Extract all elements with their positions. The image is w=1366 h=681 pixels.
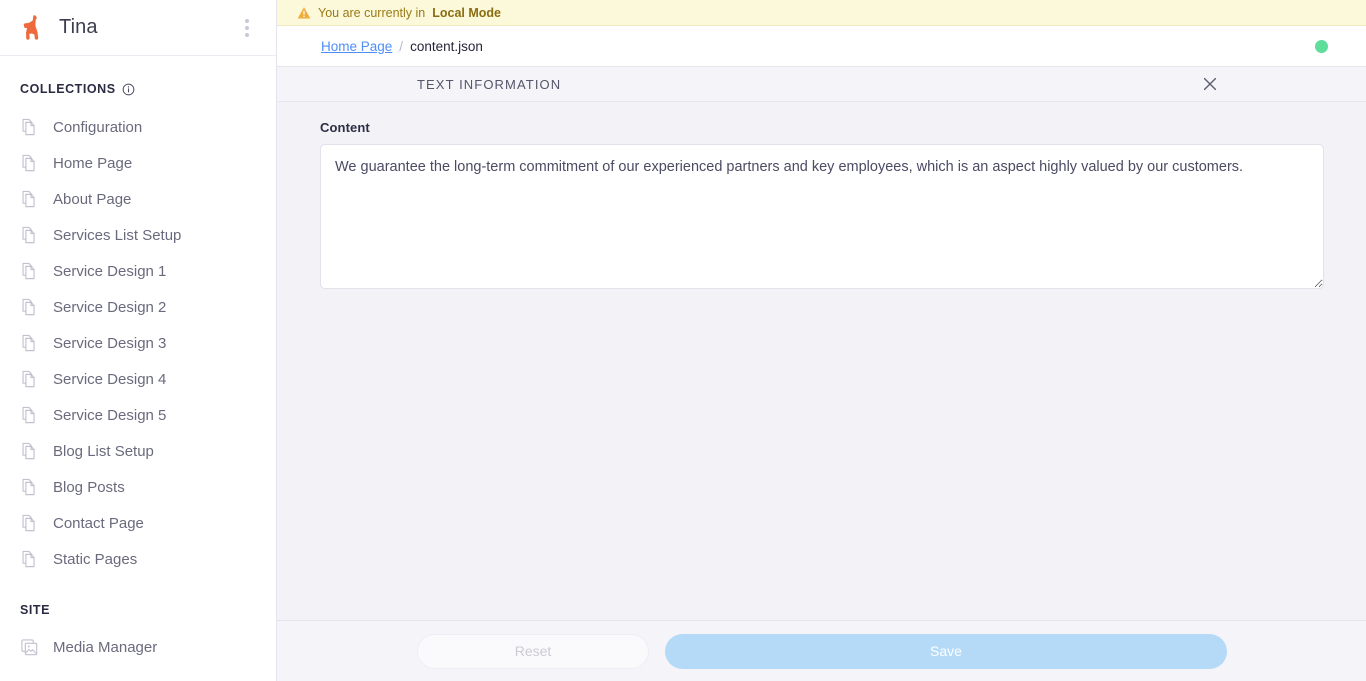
sidebar-header: Tina — [0, 0, 276, 56]
documents-icon — [22, 190, 35, 207]
documents-icon — [22, 334, 35, 351]
documents-icon — [22, 370, 35, 387]
status-badge — [1315, 39, 1328, 53]
documents-icon — [22, 118, 35, 135]
local-mode-text: You are currently in — [318, 5, 426, 20]
sidebar-item-label: Static Pages — [53, 550, 138, 568]
sidebar-item-label: Services List Setup — [53, 226, 182, 244]
sidebar-item-services-list-setup[interactable]: Services List Setup — [0, 217, 276, 253]
sidebar-item-label: Configuration — [53, 118, 143, 136]
sidebar-item-blog-list-setup[interactable]: Blog List Setup — [0, 433, 276, 469]
sidebar-item-label: Contact Page — [53, 514, 144, 532]
content-textarea[interactable] — [320, 144, 1324, 289]
brand-name: Tina — [59, 16, 98, 38]
save-button[interactable]: Save — [665, 633, 1227, 669]
breadcrumb-parent-link[interactable]: Home Page — [321, 39, 392, 54]
tina-cms-app: Tina COLLECTIONS Configuration Home Page… — [0, 0, 1366, 681]
breadcrumb-separator: / — [399, 38, 404, 54]
sidebar-section-title-collections: COLLECTIONS — [0, 82, 276, 96]
sidebar-item-about-page[interactable]: About Page — [0, 181, 276, 217]
documents-icon — [22, 514, 35, 531]
llama-icon — [23, 14, 39, 40]
sidebar-item-label: Service Design 2 — [53, 298, 167, 316]
content-field-label: Content — [320, 120, 370, 135]
documents-icon — [22, 478, 35, 495]
breadcrumb-bar: Home Page / content.json — [277, 26, 1366, 67]
sidebar-item-static-pages[interactable]: Static Pages — [0, 541, 276, 577]
reset-button[interactable]: Reset — [417, 633, 649, 669]
breadcrumb: Home Page / content.json — [321, 39, 1315, 54]
sidebar-item-label: About Page — [53, 190, 132, 208]
breadcrumb-current: content.json — [410, 38, 483, 54]
documents-icon — [22, 406, 35, 423]
warning-triangle-icon — [297, 6, 311, 19]
sidebar-item-label: Service Design 1 — [53, 262, 167, 280]
sidebar-item-label: Home Page — [53, 154, 133, 172]
media-images-icon — [21, 638, 38, 655]
close-icon — [1203, 77, 1217, 91]
sidebar-section-label: SITE — [20, 603, 50, 617]
sidebar-item-label: Blog List Setup — [53, 442, 154, 460]
sidebar-item-service-design-4[interactable]: Service Design 4 — [0, 361, 276, 397]
local-mode-banner: You are currently in Local Mode — [277, 0, 1366, 26]
form-body: Content — [277, 102, 1366, 620]
sidebar-item-service-design-5[interactable]: Service Design 5 — [0, 397, 276, 433]
sidebar-item-contact-page[interactable]: Contact Page — [0, 505, 276, 541]
sidebar-item-configuration[interactable]: Configuration — [0, 109, 276, 145]
sidebar-nav: COLLECTIONS Configuration Home Page Abou… — [0, 56, 276, 681]
sidebar-section-label: COLLECTIONS — [20, 82, 116, 96]
documents-icon — [22, 442, 35, 459]
sidebar-item-service-design-3[interactable]: Service Design 3 — [0, 325, 276, 361]
info-circle-icon[interactable] — [122, 83, 135, 96]
documents-icon — [22, 298, 35, 315]
kebab-menu-icon[interactable] — [234, 14, 260, 42]
sidebar-item-service-design-2[interactable]: Service Design 2 — [0, 289, 276, 325]
brand[interactable]: Tina — [18, 13, 234, 43]
close-form-button[interactable] — [1199, 73, 1221, 95]
form-footer: Reset Save — [277, 620, 1366, 681]
sidebar-item-home-page[interactable]: Home Page — [0, 145, 276, 181]
documents-icon — [22, 154, 35, 171]
sidebar-item-media-manager[interactable]: Media Manager — [0, 629, 276, 665]
sidebar-item-label: Service Design 5 — [53, 406, 167, 424]
documents-icon — [22, 226, 35, 243]
form-header-title: TEXT INFORMATION — [417, 76, 562, 92]
form-header: TEXT INFORMATION — [277, 67, 1366, 102]
sidebar-item-label: Service Design 3 — [53, 334, 167, 352]
sidebar-item-service-design-1[interactable]: Service Design 1 — [0, 253, 276, 289]
main-panel: You are currently in Local Mode Home Pag… — [276, 0, 1366, 681]
documents-icon — [22, 262, 35, 279]
sidebar-item-label: Blog Posts — [53, 478, 125, 496]
sidebar-section-title-site: SITE — [0, 603, 276, 617]
sidebar: Tina COLLECTIONS Configuration Home Page… — [0, 0, 276, 681]
sidebar-item-label: Media Manager — [53, 638, 158, 656]
documents-icon — [22, 550, 35, 567]
local-mode-value: Local Mode — [432, 5, 502, 20]
sidebar-item-blog-posts[interactable]: Blog Posts — [0, 469, 276, 505]
sidebar-item-label: Service Design 4 — [53, 370, 167, 388]
